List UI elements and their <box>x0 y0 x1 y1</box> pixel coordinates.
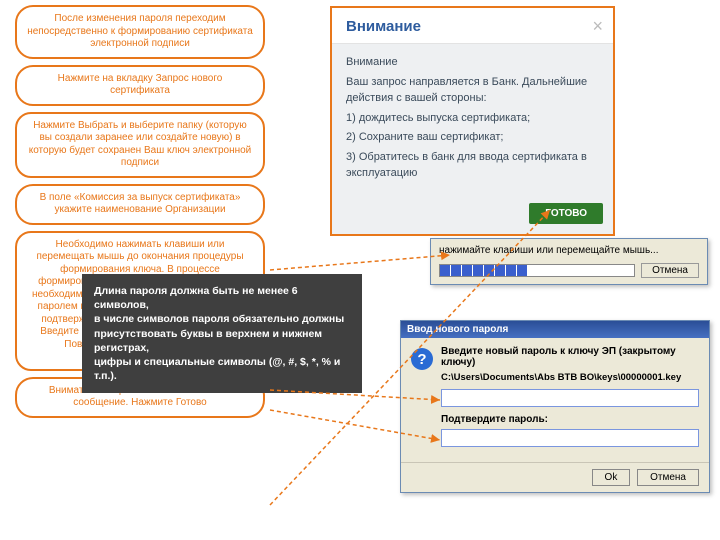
close-icon[interactable]: × <box>592 16 603 37</box>
rng-cancel-button[interactable]: Отмена <box>641 263 699 278</box>
attention-item-3: 3) Обратитесь в банк для ввода сертифика… <box>346 149 599 182</box>
attention-item-2: 2) Сохраните ваш сертификат; <box>346 129 599 146</box>
cancel-button[interactable]: Отмена <box>637 469 699 486</box>
attention-modal: Внимание × Внимание Ваш запрос направляе… <box>330 6 615 236</box>
password-confirm-input[interactable] <box>441 429 699 447</box>
confirm-label: Подтвердите пароль: <box>441 414 699 425</box>
password-input[interactable] <box>441 389 699 407</box>
attention-text: Ваш запрос направляется в Банк. Дальнейш… <box>346 74 599 107</box>
rng-message: нажимайте клавиши или перемещайте мышь..… <box>431 239 707 260</box>
step-bubble-select-folder: Нажмите Выбрать и выберите папку (котору… <box>15 112 265 178</box>
password-rule-symbols: цифры и специальные символы (@, #, $, *,… <box>94 356 340 382</box>
ready-button[interactable]: Готово <box>529 203 603 224</box>
password-rule-case: в числе символов пароля обязательно долж… <box>94 313 344 353</box>
password-prompt-label: Введите новый пароль к ключу ЭП (закрыто… <box>441 346 699 368</box>
step-bubble-commission: В поле «Комиссия за выпуск сертификата» … <box>15 184 265 225</box>
rng-dialog: нажимайте клавиши или перемещайте мышь..… <box>430 238 708 285</box>
ok-button[interactable]: Ok <box>592 469 631 486</box>
step-bubble-tab: Нажмите на вкладку Запрос нового сертифи… <box>15 65 265 106</box>
attention-subtitle: Внимание <box>346 54 599 71</box>
rng-progress-bar <box>439 264 635 277</box>
password-dialog: Ввод нового пароля ? Введите новый парол… <box>400 320 710 493</box>
key-path: C:\Users\Documents\Abs BTB BO\keys\00000… <box>441 372 699 383</box>
password-rules-tooltip: Длина пароля должна быть не менее 6 симв… <box>82 274 362 393</box>
password-dialog-title: Ввод нового пароля <box>401 321 709 338</box>
password-rule-length: Длина пароля должна быть не менее 6 симв… <box>94 285 298 311</box>
question-icon: ? <box>411 348 433 370</box>
attention-item-1: 1) дождитесь выпуска сертификата; <box>346 110 599 127</box>
step-bubble-intro: После изменения пароля переходим непосре… <box>15 5 265 59</box>
attention-title: Внимание <box>346 18 421 35</box>
